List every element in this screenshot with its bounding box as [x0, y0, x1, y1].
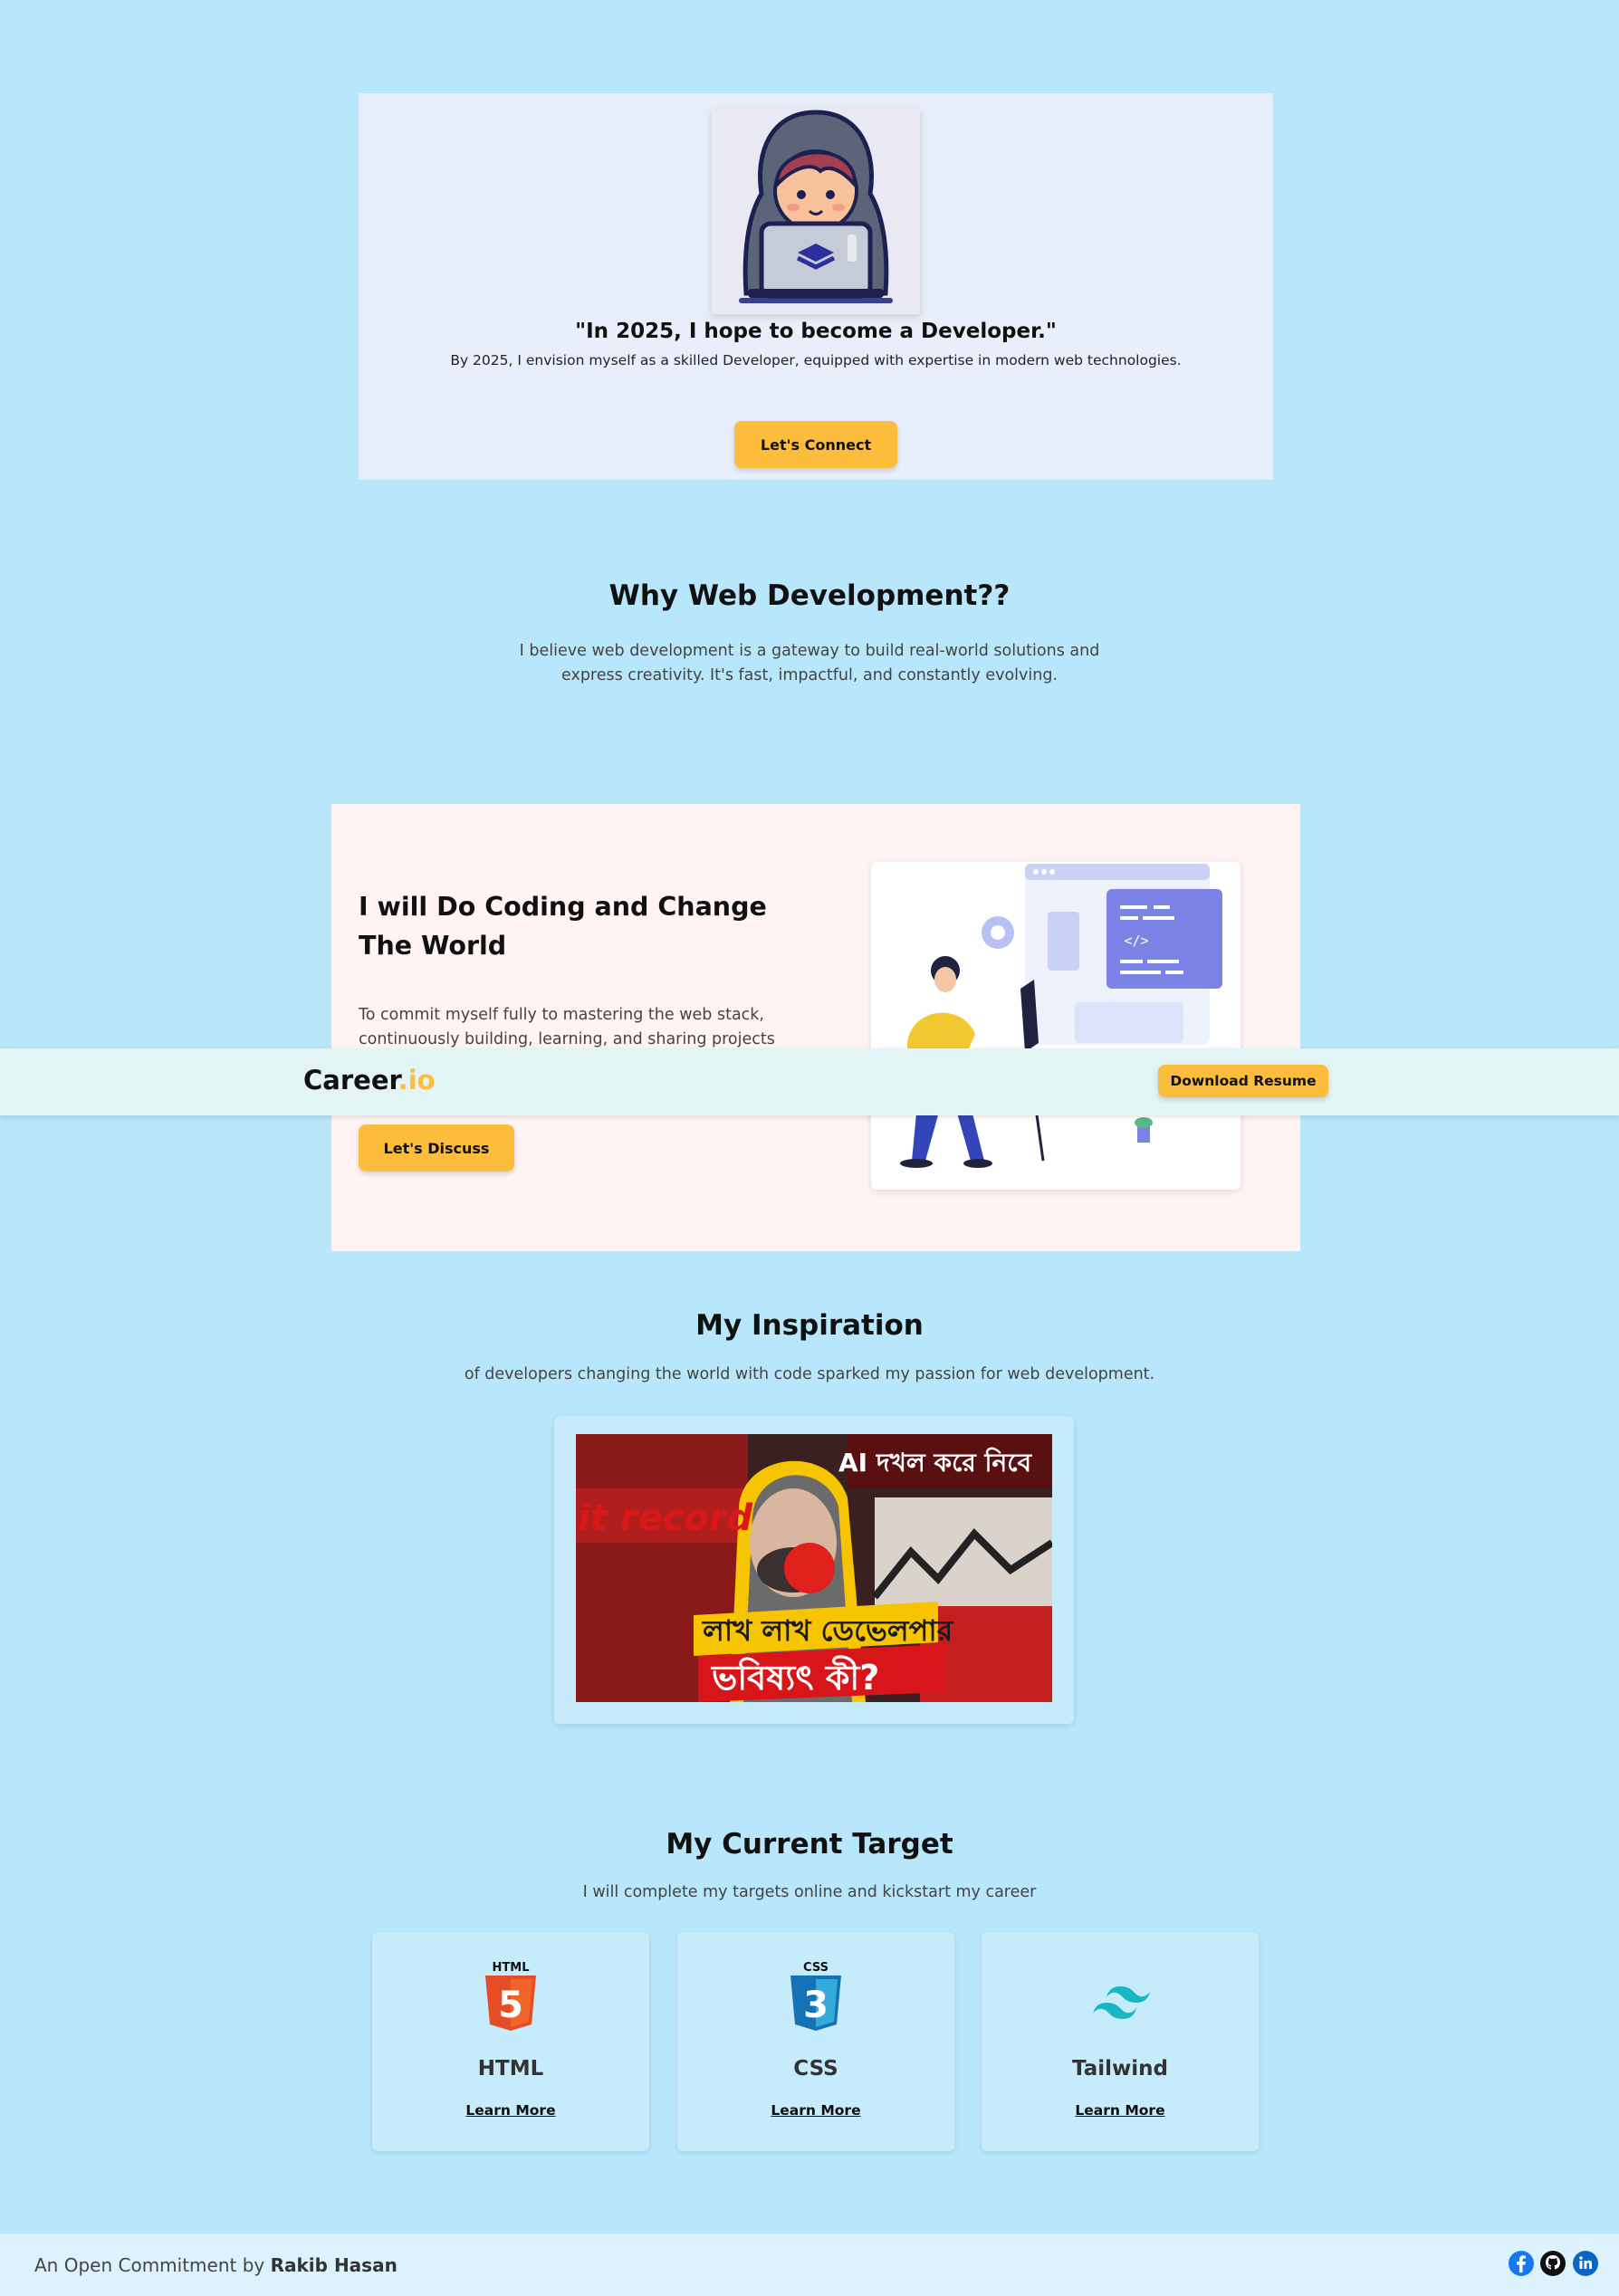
- target-card-tailwind: Tailwind Learn More: [982, 1932, 1259, 2151]
- logo-suffix: .io: [398, 1065, 436, 1095]
- coding-title: I will Do Coding and Change The World: [359, 892, 767, 961]
- lets-connect-button[interactable]: Let's Connect: [734, 421, 897, 468]
- logo[interactable]: Career.io: [303, 1065, 436, 1095]
- learn-more-html-link[interactable]: Learn More: [372, 2102, 649, 2119]
- hero-subtitle: By 2025, I envision myself as a skilled …: [450, 352, 1182, 368]
- css3-glyph: 3: [803, 1985, 829, 2026]
- thumbnail-text-record: it record: [578, 1497, 753, 1539]
- thumbnail-text-top-right: AI দখল করে নিবে: [838, 1448, 1032, 1478]
- html5-badge: HTML: [493, 1961, 530, 1975]
- inspiration-video-card[interactable]: AI দখল করে নিবে it record লাখ লাখ ডেভেলপ…: [554, 1416, 1074, 1724]
- navbar: Career.io Download Resume: [0, 1048, 1619, 1115]
- download-resume-button[interactable]: Download Resume: [1158, 1065, 1328, 1097]
- coding-section: I will Do Coding and Change The World To…: [331, 804, 1300, 1251]
- coding-illustration: </>: [871, 862, 1241, 1190]
- why-section-title: Why Web Development??: [608, 579, 1011, 612]
- footer: An Open Commitment by Rakib Hasan: [0, 2234, 1619, 2296]
- tailwind-icon: [1087, 1959, 1153, 2032]
- target-card-css: CSS 3 CSS Learn More: [677, 1932, 954, 2151]
- learn-more-tailwind-link[interactable]: Learn More: [982, 2102, 1259, 2119]
- target-card-name: CSS: [793, 2057, 838, 2081]
- inspiration-text: of developers changing the world with co…: [464, 1365, 1155, 1383]
- target-card-html: HTML 5 HTML Learn More: [372, 1932, 649, 2151]
- thumbnail-text-line2: ভবিষ্যৎ কী?: [712, 1658, 880, 1698]
- footer-prefix: An Open Commitment by: [34, 2254, 271, 2276]
- target-title: My Current Target: [666, 1828, 953, 1861]
- inspiration-title: My Inspiration: [695, 1309, 924, 1342]
- hero-title: "In 2025, I hope to become a Developer.": [575, 320, 1057, 343]
- footer-author: Rakib Hasan: [270, 2254, 398, 2276]
- thumbnail-text-line1: লাখ লাখ ডেভেলপার: [703, 1613, 953, 1648]
- why-section-text: I believe web development is a gateway t…: [519, 642, 1100, 684]
- github-icon[interactable]: [1539, 2250, 1566, 2277]
- target-text: I will complete my targets online and ki…: [582, 1883, 1037, 1901]
- learn-more-css-link[interactable]: Learn More: [677, 2102, 954, 2119]
- lets-discuss-button[interactable]: Let's Discuss: [359, 1124, 514, 1172]
- logo-main: Career: [303, 1065, 398, 1095]
- target-card-name: HTML: [477, 2057, 544, 2081]
- svg-text:</>: </>: [1124, 933, 1148, 949]
- footer-text: An Open Commitment by Rakib Hasan: [34, 2254, 398, 2276]
- html5-icon: HTML 5: [478, 1959, 543, 2032]
- linkedin-icon[interactable]: [1572, 2250, 1599, 2277]
- facebook-icon[interactable]: [1508, 2250, 1535, 2277]
- css3-badge: CSS: [803, 1961, 829, 1975]
- target-card-name: Tailwind: [1072, 2057, 1168, 2081]
- css3-icon: CSS 3: [783, 1959, 848, 2032]
- hero-section: "In 2025, I hope to become a Developer."…: [359, 93, 1273, 480]
- html5-glyph: 5: [498, 1985, 523, 2026]
- developer-avatar-image: [712, 108, 920, 314]
- video-thumbnail[interactable]: AI দখল করে নিবে it record লাখ লাখ ডেভেলপ…: [576, 1434, 1052, 1702]
